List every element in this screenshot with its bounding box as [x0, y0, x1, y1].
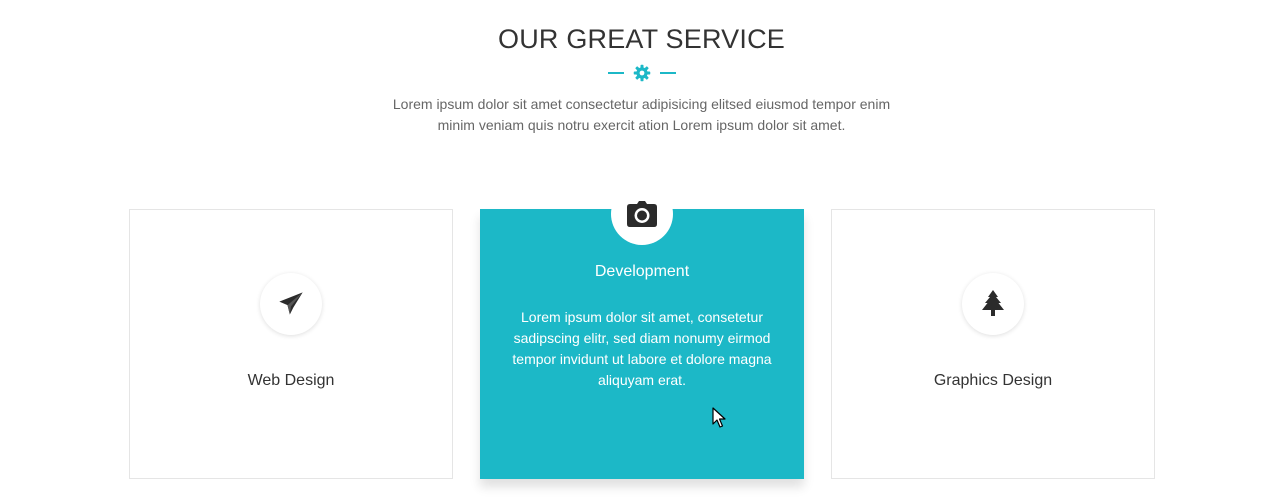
divider-line-left: [607, 72, 624, 74]
services-section: OUR GREAT SERVICE Lorem ipsum dolor sit …: [0, 0, 1283, 498]
paper-plane-icon: [279, 292, 303, 315]
service-card-graphics-design[interactable]: Graphics Design: [831, 209, 1155, 479]
service-title: Development: [594, 263, 690, 280]
service-description: Lorem ipsum dolor sit amet, consetetur s…: [512, 309, 772, 388]
icon-circle: [611, 183, 673, 245]
icon-circle: [962, 273, 1024, 335]
icon-circle: [260, 273, 322, 335]
service-card-web-design[interactable]: Web Design: [129, 209, 453, 479]
divider-line-right: [659, 72, 676, 74]
service-title: Graphics Design: [933, 372, 1053, 389]
tree-icon: [982, 290, 1004, 316]
mouse-cursor-icon: [712, 407, 726, 428]
service-title: Web Design: [247, 372, 335, 389]
camera-icon: [627, 201, 657, 227]
service-card-development[interactable]: Development Lorem ipsum dolor sit amet, …: [480, 183, 804, 479]
section-title: OUR GREAT SERVICE: [498, 24, 785, 54]
section-subtitle: Lorem ipsum dolor sit amet consectetur a…: [392, 96, 891, 133]
gear-icon: [633, 64, 650, 82]
title-divider: [0, 64, 1283, 82]
